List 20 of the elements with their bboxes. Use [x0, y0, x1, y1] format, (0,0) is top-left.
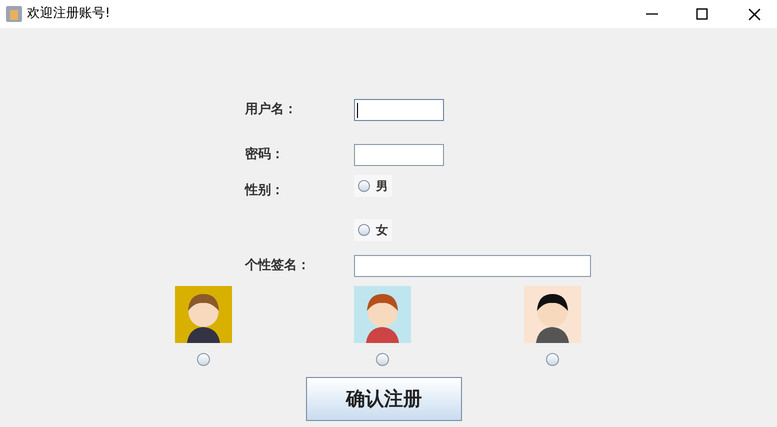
- maximize-icon[interactable]: [696, 8, 708, 20]
- radio-button[interactable]: [376, 353, 389, 366]
- field-label: 性别：: [245, 182, 285, 200]
- field-label: 密码：: [245, 146, 285, 164]
- text-caret: [357, 102, 358, 118]
- submit-button[interactable]: 确认注册: [306, 377, 462, 421]
- radio-label: 男: [376, 178, 388, 195]
- radio-button[interactable]: [358, 224, 370, 236]
- field-label: 用户名：: [245, 100, 298, 120]
- window-title: 欢迎注册账号!: [27, 5, 110, 24]
- signature-field[interactable]: [354, 255, 591, 277]
- radio-label: 女: [376, 222, 388, 239]
- password-field[interactable]: [354, 144, 444, 166]
- radio-button[interactable]: [197, 353, 210, 366]
- close-icon[interactable]: [748, 8, 761, 20]
- radio-button[interactable]: [546, 353, 559, 366]
- radio-button[interactable]: [358, 180, 370, 192]
- app-icon: [5, 5, 23, 23]
- field-label: 个性签名：: [245, 257, 311, 276]
- input-field[interactable]: [354, 99, 444, 121]
